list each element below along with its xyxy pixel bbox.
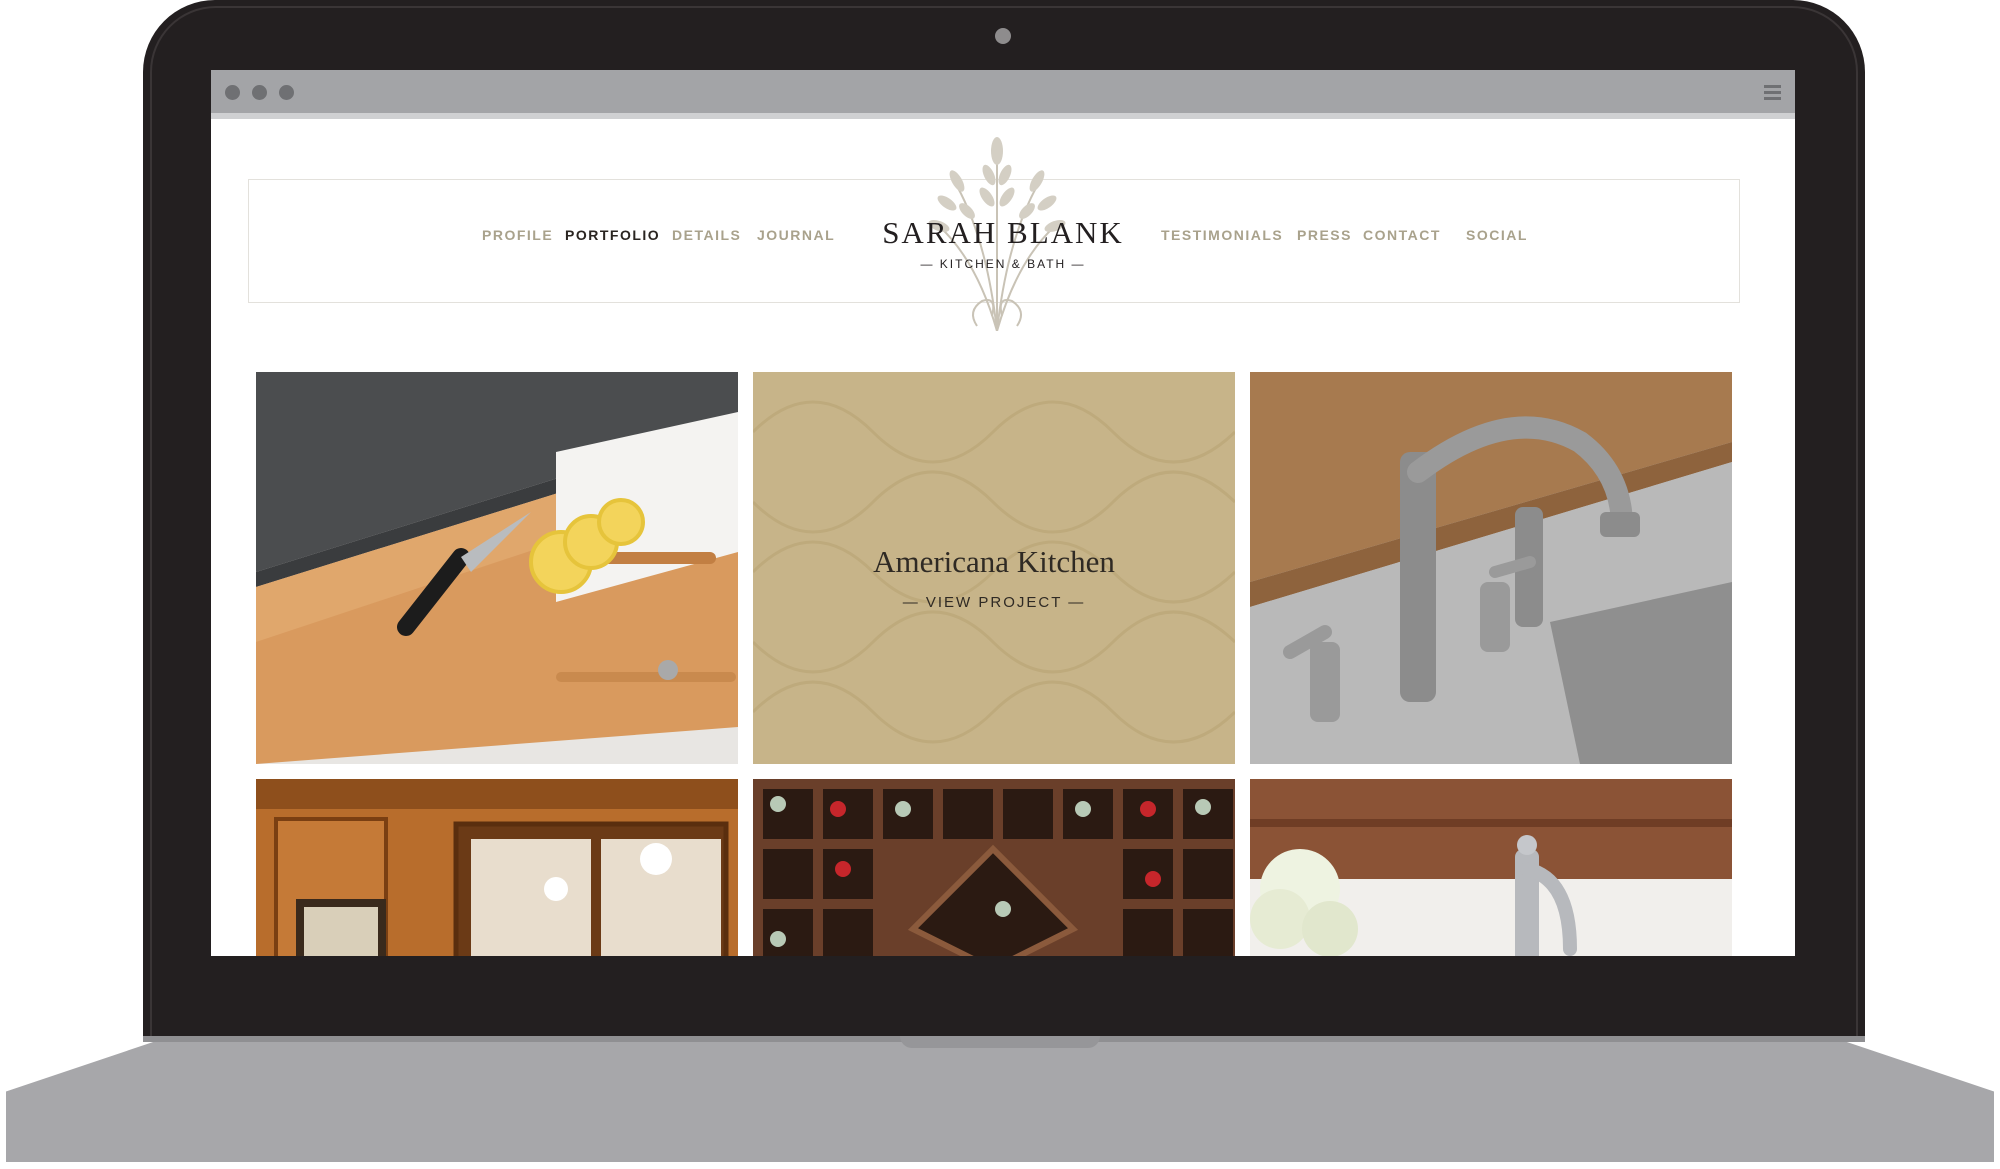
- window-minimize-dot[interactable]: [252, 85, 267, 100]
- project-tile-cutting-board[interactable]: [256, 372, 738, 764]
- faucet-image: [1250, 372, 1732, 764]
- browser-window: SARAH BLANK — KITCHEN & BATH — PROFILE P…: [211, 70, 1795, 956]
- nav-portfolio[interactable]: PORTFOLIO: [565, 227, 660, 243]
- page-viewport: SARAH BLANK — KITCHEN & BATH — PROFILE P…: [217, 119, 1789, 956]
- bath-faucet-image: [1250, 779, 1732, 956]
- camera-icon: [995, 28, 1011, 44]
- laptop-notch: [900, 1036, 1100, 1048]
- nav-details[interactable]: DETAILS: [672, 227, 741, 243]
- project-tile-faucet[interactable]: [1250, 372, 1732, 764]
- featured-project-title: Americana Kitchen: [873, 544, 1115, 579]
- laptop-base: [6, 1036, 1994, 1162]
- view-project-link[interactable]: — VIEW PROJECT —: [753, 594, 1235, 611]
- featured-project-tile[interactable]: Americana Kitchen — VIEW PROJECT —: [753, 372, 1235, 764]
- hamburger-icon[interactable]: [1764, 85, 1781, 100]
- wine-rack-image: [753, 779, 1235, 956]
- nav-contact[interactable]: CONTACT: [1363, 227, 1441, 243]
- nav-press[interactable]: PRESS: [1297, 227, 1352, 243]
- browser-toolbar: [211, 70, 1795, 119]
- nav-social[interactable]: SOCIAL: [1466, 227, 1528, 243]
- cabinetry-image: [256, 779, 738, 956]
- project-tile-wine-rack[interactable]: [753, 779, 1235, 956]
- window-maximize-dot[interactable]: [279, 85, 294, 100]
- nav-profile[interactable]: PROFILE: [482, 227, 553, 243]
- nav-journal[interactable]: JOURNAL: [757, 227, 835, 243]
- nav-testimonials[interactable]: TESTIMONIALS: [1161, 227, 1283, 243]
- brand-subtitle: — KITCHEN & BATH —: [920, 257, 1086, 271]
- project-tile-bath-faucet[interactable]: [1250, 779, 1732, 956]
- project-tile-cabinetry[interactable]: [256, 779, 738, 956]
- brand-name[interactable]: SARAH BLANK: [217, 215, 1789, 251]
- window-close-dot[interactable]: [225, 85, 240, 100]
- cutting-board-image: [256, 372, 738, 764]
